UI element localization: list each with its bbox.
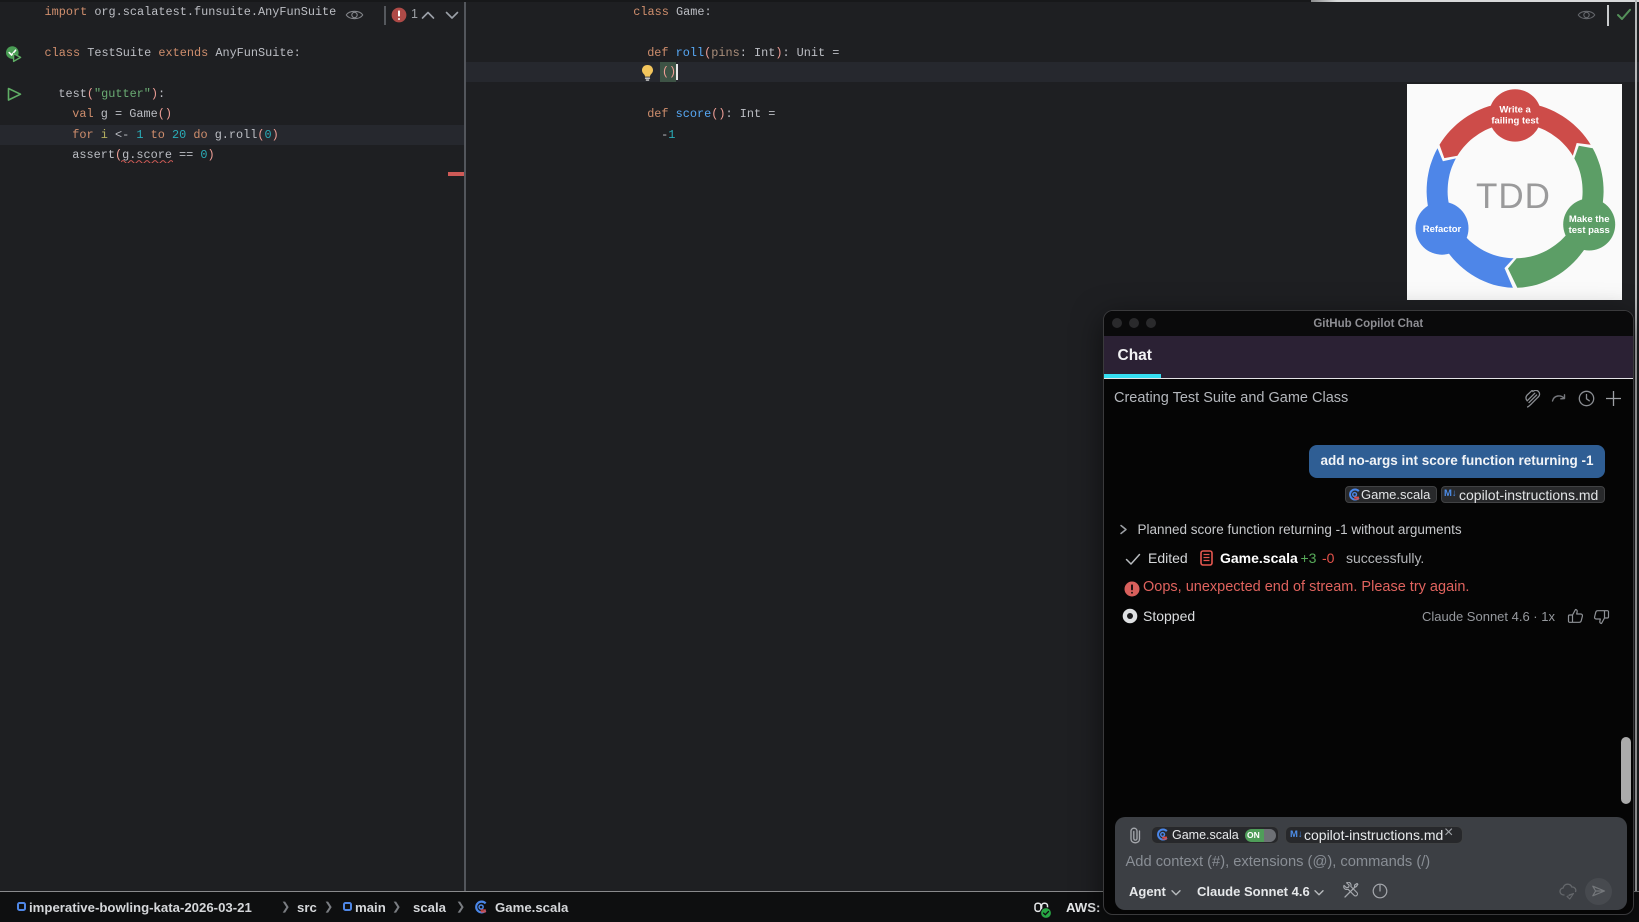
svg-text:test pass: test pass bbox=[1568, 225, 1609, 236]
svg-text:TDD: TDD bbox=[1476, 177, 1551, 216]
svg-text:Write a: Write a bbox=[1499, 104, 1531, 115]
svg-text:Make the: Make the bbox=[1569, 214, 1610, 225]
svg-text:failing test: failing test bbox=[1491, 115, 1539, 126]
svg-text:Refactor: Refactor bbox=[1422, 224, 1461, 235]
